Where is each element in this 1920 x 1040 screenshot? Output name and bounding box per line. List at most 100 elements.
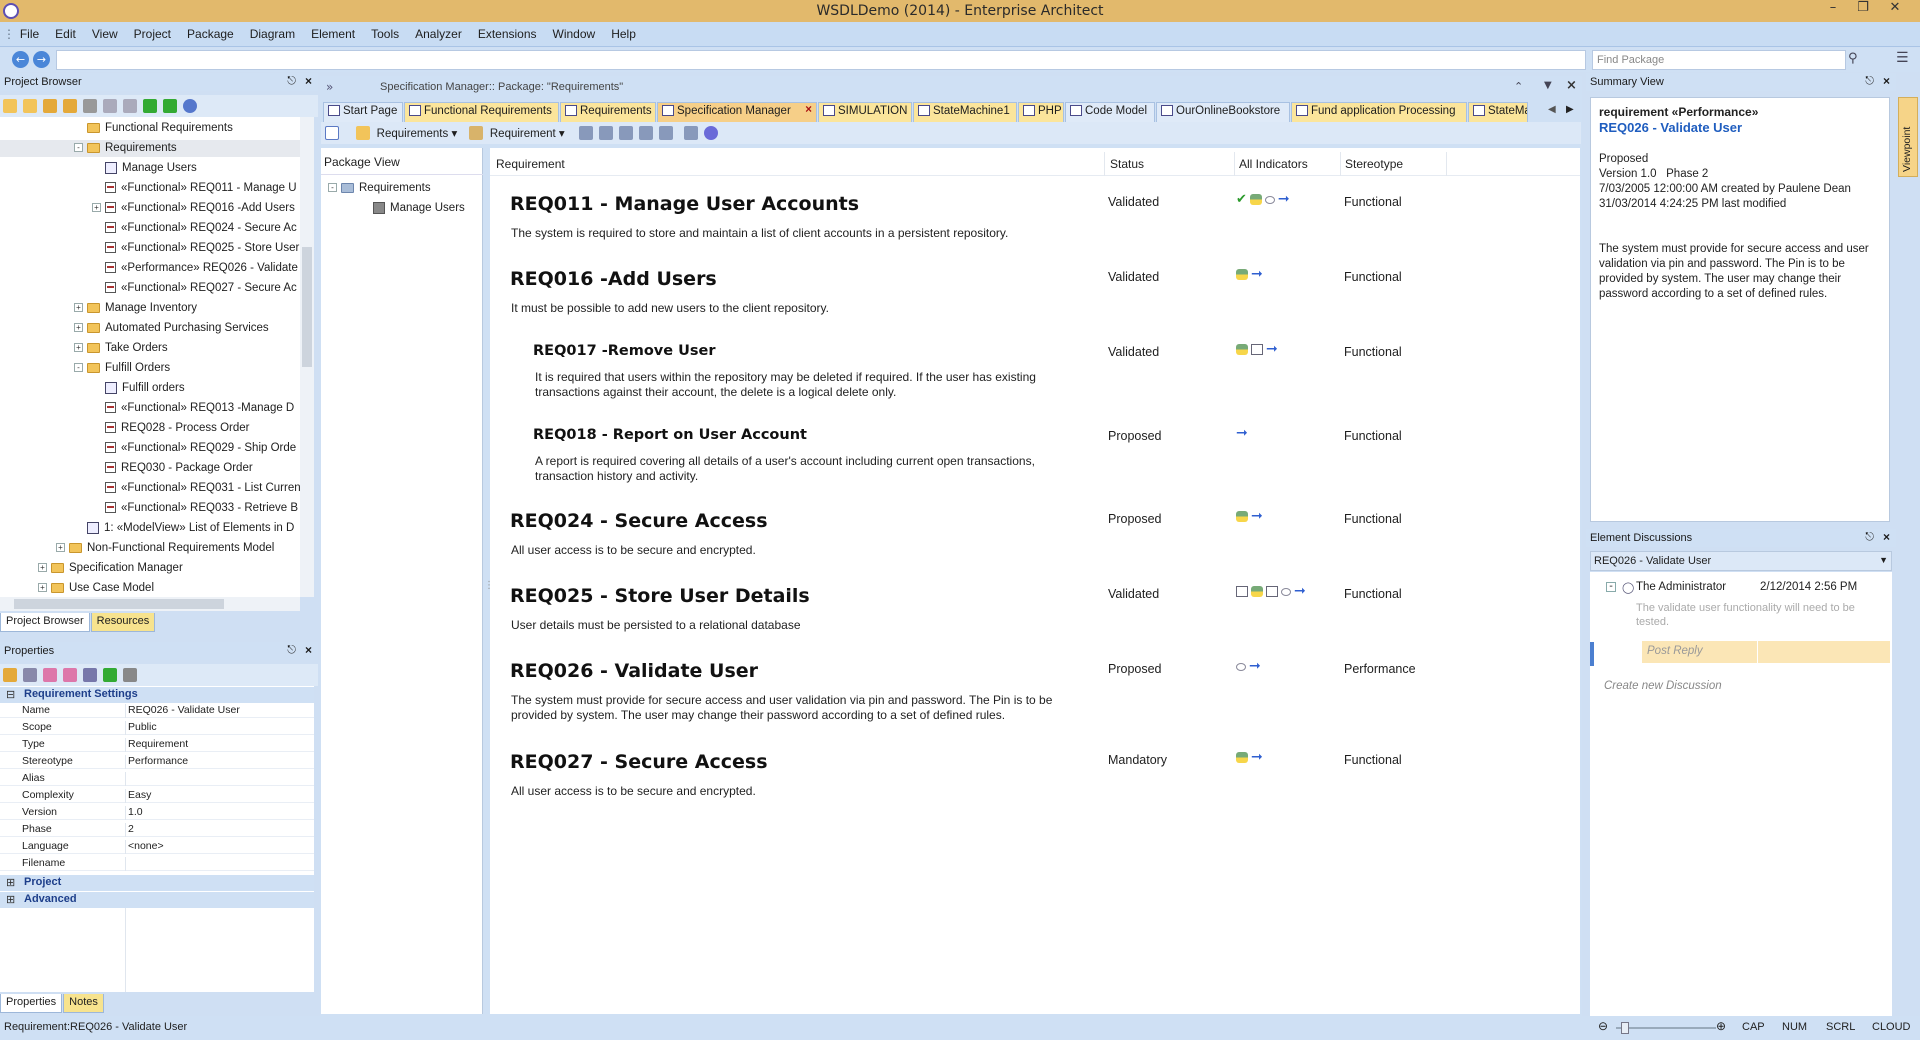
find-package-input[interactable]: Find Package bbox=[1592, 50, 1846, 70]
collapse-up-icon[interactable]: ⌃ bbox=[1514, 80, 1523, 93]
zoom-thumb[interactable] bbox=[1621, 1022, 1629, 1034]
tree-item[interactable]: REQ028 - Process Order bbox=[92, 420, 300, 437]
column-header-status[interactable]: Status bbox=[1110, 157, 1144, 171]
tab-resources[interactable]: Resources bbox=[90, 613, 156, 632]
tree-item[interactable]: Fulfill orders bbox=[92, 380, 300, 397]
column-header-indicators[interactable]: All Indicators bbox=[1239, 157, 1308, 171]
menu-tools[interactable]: Tools bbox=[363, 22, 407, 47]
requirement-description[interactable]: A report is required covering all detail… bbox=[535, 454, 1085, 484]
document-tab[interactable]: OurOnlineBookstore bbox=[1156, 102, 1290, 122]
search-icon[interactable]: ⚲ bbox=[1848, 51, 1858, 66]
document-tab[interactable]: Fund application Processing bbox=[1291, 102, 1467, 122]
requirement-title[interactable]: REQ025 - Store User Details bbox=[510, 585, 810, 607]
maximize-button[interactable]: ❐ bbox=[1848, 0, 1878, 20]
property-row[interactable]: Alias bbox=[0, 772, 314, 786]
menu-analyzer[interactable]: Analyzer bbox=[407, 22, 470, 47]
expander-icon[interactable]: - bbox=[74, 363, 83, 373]
move-up-icon[interactable] bbox=[143, 99, 157, 113]
tree-item[interactable]: Functional Requirements bbox=[74, 120, 300, 137]
arrow-icon[interactable]: ➞ bbox=[1251, 509, 1263, 523]
add-element-icon[interactable] bbox=[578, 126, 593, 140]
requirement-status[interactable]: Validated bbox=[1108, 587, 1159, 601]
pin-icon[interactable]: ⎋ bbox=[1865, 531, 1874, 544]
dropdown-icon[interactable]: ▼ bbox=[1544, 80, 1552, 91]
tree-item[interactable]: «Functional» REQ025 - Store User bbox=[92, 240, 300, 257]
project-browser-hscrollbar[interactable] bbox=[0, 597, 300, 611]
actor-icon[interactable] bbox=[1251, 586, 1263, 597]
property-row[interactable]: Language <none> bbox=[0, 840, 314, 854]
tree-item[interactable]: + Specification Manager bbox=[38, 560, 300, 577]
document-tab[interactable]: Functional Requirements bbox=[404, 102, 559, 122]
requirement-description[interactable]: All user access is to be secure and encr… bbox=[511, 543, 1071, 558]
requirement-status[interactable]: Proposed bbox=[1108, 429, 1162, 443]
tree-item[interactable]: «Functional» REQ029 - Ship Orde bbox=[92, 440, 300, 457]
property-value[interactable]: 1.0 bbox=[128, 806, 143, 818]
new-diagram-icon[interactable] bbox=[43, 99, 57, 113]
document-tab[interactable]: Code Model bbox=[1065, 102, 1155, 122]
requirement-description[interactable]: The system is required to store and main… bbox=[511, 226, 1071, 241]
requirement-stereotype[interactable]: Functional bbox=[1344, 512, 1402, 526]
next-icon[interactable] bbox=[63, 668, 77, 682]
create-new-discussion-link[interactable]: Create new Discussion bbox=[1604, 680, 1722, 692]
property-value[interactable]: Requirement bbox=[128, 738, 188, 750]
actor-icon[interactable] bbox=[1249, 194, 1262, 205]
pin-icon[interactable]: ⎋ bbox=[1865, 75, 1874, 88]
splitter-grip[interactable]: ⋮ bbox=[484, 580, 494, 591]
actor-icon[interactable] bbox=[1236, 752, 1248, 763]
requirement-description[interactable]: User details must be persisted to a rela… bbox=[511, 618, 1071, 633]
requirement-status[interactable]: Validated bbox=[1108, 345, 1159, 359]
pin-icon[interactable]: ⎋ bbox=[287, 644, 296, 657]
property-row[interactable]: Filename bbox=[0, 857, 314, 871]
menu-package[interactable]: Package bbox=[179, 22, 242, 47]
type-dropdown[interactable]: Requirement ▾ bbox=[490, 126, 565, 140]
tree-item[interactable]: «Performance» REQ026 - Validate bbox=[92, 260, 300, 277]
tab-scroll-left-icon[interactable]: ◀ bbox=[1548, 104, 1556, 115]
property-row[interactable]: Stereotype Performance bbox=[0, 755, 314, 769]
requirement-stereotype[interactable]: Functional bbox=[1344, 195, 1402, 209]
move-down-icon[interactable] bbox=[163, 99, 177, 113]
actor-icon[interactable] bbox=[1236, 344, 1248, 355]
forward-icon[interactable]: → bbox=[33, 51, 50, 68]
navigation-path-input[interactable] bbox=[56, 50, 1586, 70]
tree-item[interactable]: + «Functional» REQ016 -Add Users bbox=[92, 200, 300, 217]
document-tab[interactable]: Requirements bbox=[560, 102, 656, 122]
requirement-status[interactable]: Proposed bbox=[1108, 512, 1162, 526]
tree-item[interactable]: «Functional» REQ024 - Secure Ac bbox=[92, 220, 300, 237]
back-icon[interactable]: ← bbox=[12, 51, 29, 68]
close-icon[interactable]: × bbox=[305, 643, 312, 657]
tab-project-browser[interactable]: Project Browser bbox=[0, 613, 90, 632]
document-tab[interactable]: StateMac bbox=[1468, 102, 1528, 122]
element-icon[interactable] bbox=[83, 668, 97, 682]
advanced-section[interactable]: ⊞ Advanced bbox=[0, 892, 314, 908]
arrow-icon[interactable]: ➞ bbox=[1251, 750, 1263, 764]
package-view-child[interactable]: Manage Users bbox=[373, 200, 465, 217]
project-section[interactable]: ⊞ Project bbox=[0, 875, 314, 891]
tree-item[interactable]: + Take Orders bbox=[74, 340, 300, 357]
property-value[interactable]: Easy bbox=[128, 789, 151, 801]
expander-icon[interactable]: + bbox=[56, 543, 65, 553]
document-tab[interactable]: PHP bbox=[1018, 102, 1064, 122]
menu-project[interactable]: Project bbox=[126, 22, 179, 47]
requirement-status[interactable]: Validated bbox=[1108, 270, 1159, 284]
zoom-in-icon[interactable]: ⊕ bbox=[1716, 1019, 1726, 1033]
column-header-requirement[interactable]: Requirement bbox=[496, 157, 565, 171]
column-header-stereotype[interactable]: Stereotype bbox=[1345, 157, 1403, 171]
requirement-status[interactable]: Proposed bbox=[1108, 662, 1162, 676]
comment-icon[interactable] bbox=[1236, 662, 1246, 671]
requirement-title[interactable]: REQ018 - Report on User Account bbox=[533, 427, 807, 443]
find-icon[interactable] bbox=[83, 99, 97, 113]
requirement-status[interactable]: Validated bbox=[1108, 195, 1159, 209]
tree-item[interactable]: «Functional» REQ031 - List Curren bbox=[92, 480, 300, 497]
tree-item[interactable]: + Use Case Model bbox=[38, 580, 300, 597]
requirement-stereotype[interactable]: Functional bbox=[1344, 345, 1402, 359]
expander-icon[interactable]: + bbox=[74, 303, 83, 313]
expander-icon[interactable]: + bbox=[38, 563, 47, 573]
menu-file[interactable]: File bbox=[12, 22, 47, 47]
requirement-description[interactable]: It is required that users within the rep… bbox=[535, 370, 1085, 400]
tree-item[interactable]: REQ030 - Package Order bbox=[92, 460, 300, 477]
menu-diagram[interactable]: Diagram bbox=[242, 22, 303, 47]
close-tab-icon[interactable]: × bbox=[805, 104, 812, 116]
property-row[interactable]: Scope Public bbox=[0, 721, 314, 735]
new-element-icon[interactable] bbox=[63, 99, 77, 113]
requirement-title[interactable]: REQ017 -Remove User bbox=[533, 343, 716, 359]
